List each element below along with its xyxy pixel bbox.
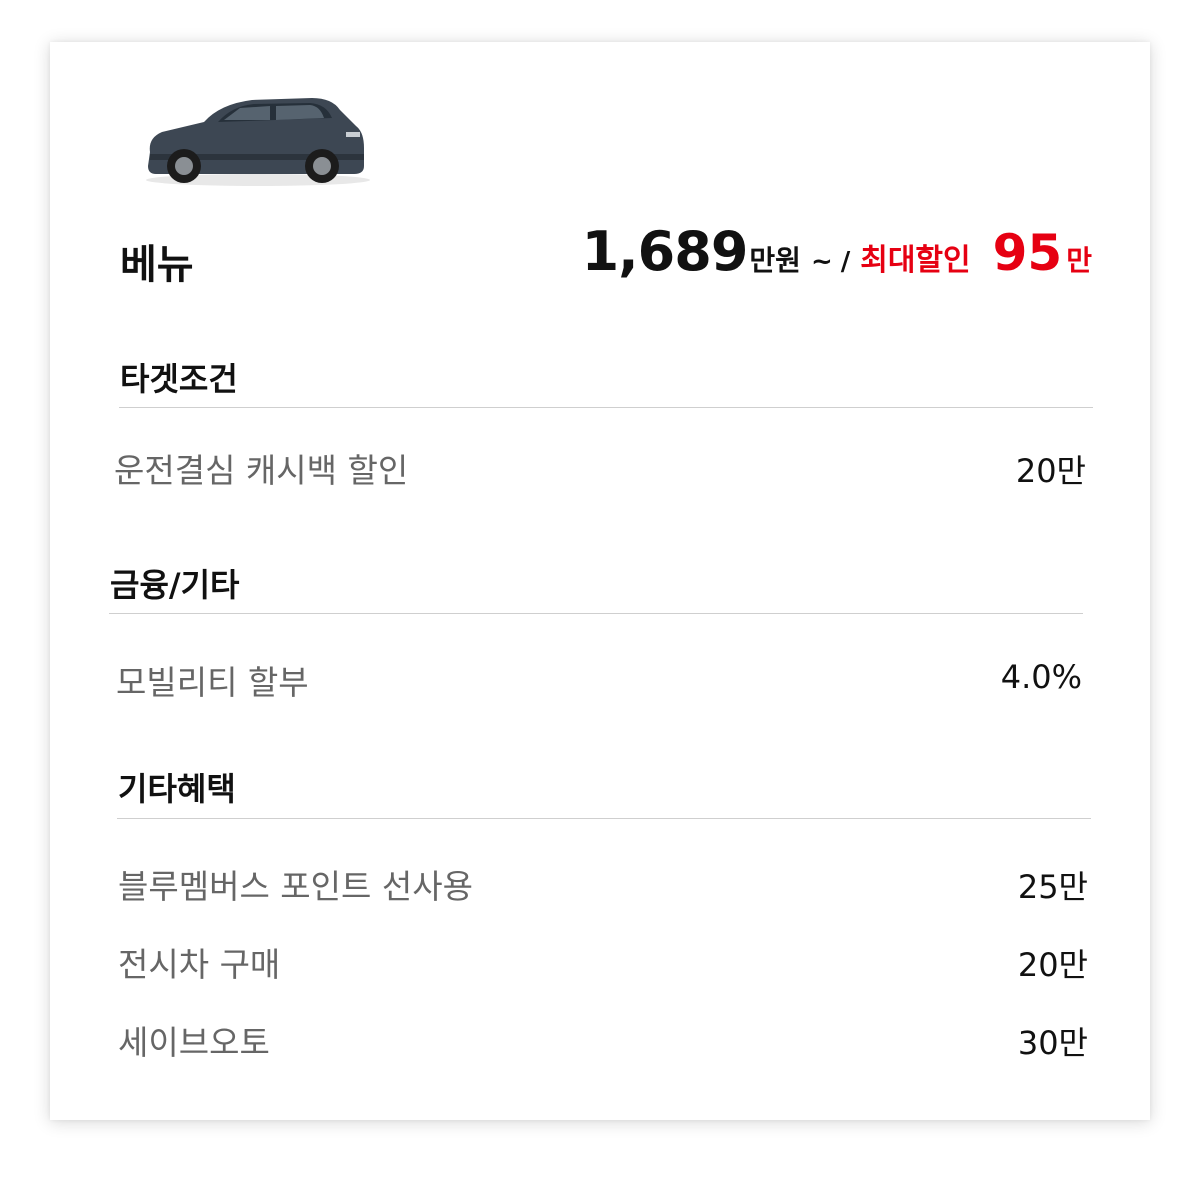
benefit-value: 4.0%	[1000, 658, 1082, 696]
model-price: 1,689	[581, 220, 749, 283]
benefit-label: 블루멤버스 포인트 선사용	[118, 867, 473, 906]
section-title-finance: 금융/기타	[110, 566, 240, 604]
price-separator: /	[840, 247, 851, 277]
section-divider	[117, 818, 1091, 819]
price-summary: 1,689 만원 ~ / 최대할인 95 만	[582, 220, 1092, 283]
benefit-label: 전시차 구매	[118, 945, 281, 984]
section-divider	[109, 613, 1083, 614]
benefit-label: 운전결심 캐시백 할인	[114, 451, 409, 490]
car-image	[146, 98, 370, 186]
price-tilde: ~	[810, 247, 833, 277]
max-discount-unit: 만	[1066, 244, 1092, 277]
benefit-value: 20만	[1015, 452, 1086, 490]
offer-card: 베뉴 1,689 만원 ~ / 최대할인 95 만 타겟조건 운전결심 캐시백 …	[50, 42, 1150, 1120]
benefit-label: 세이브오토	[118, 1023, 270, 1062]
section-title-other: 기타혜택	[118, 770, 236, 808]
max-discount-label: 최대할인	[860, 243, 971, 278]
model-name: 베뉴	[120, 242, 194, 288]
benefit-value: 25만	[1017, 868, 1088, 906]
benefit-value: 30만	[1017, 1024, 1088, 1062]
price-unit: 만원	[749, 244, 801, 277]
section-title-target: 타겟조건	[120, 360, 238, 398]
benefit-label: 모빌리티 할부	[116, 663, 309, 702]
max-discount-amount: 95	[992, 224, 1063, 282]
benefit-value: 20만	[1017, 946, 1088, 984]
section-divider	[119, 407, 1093, 408]
